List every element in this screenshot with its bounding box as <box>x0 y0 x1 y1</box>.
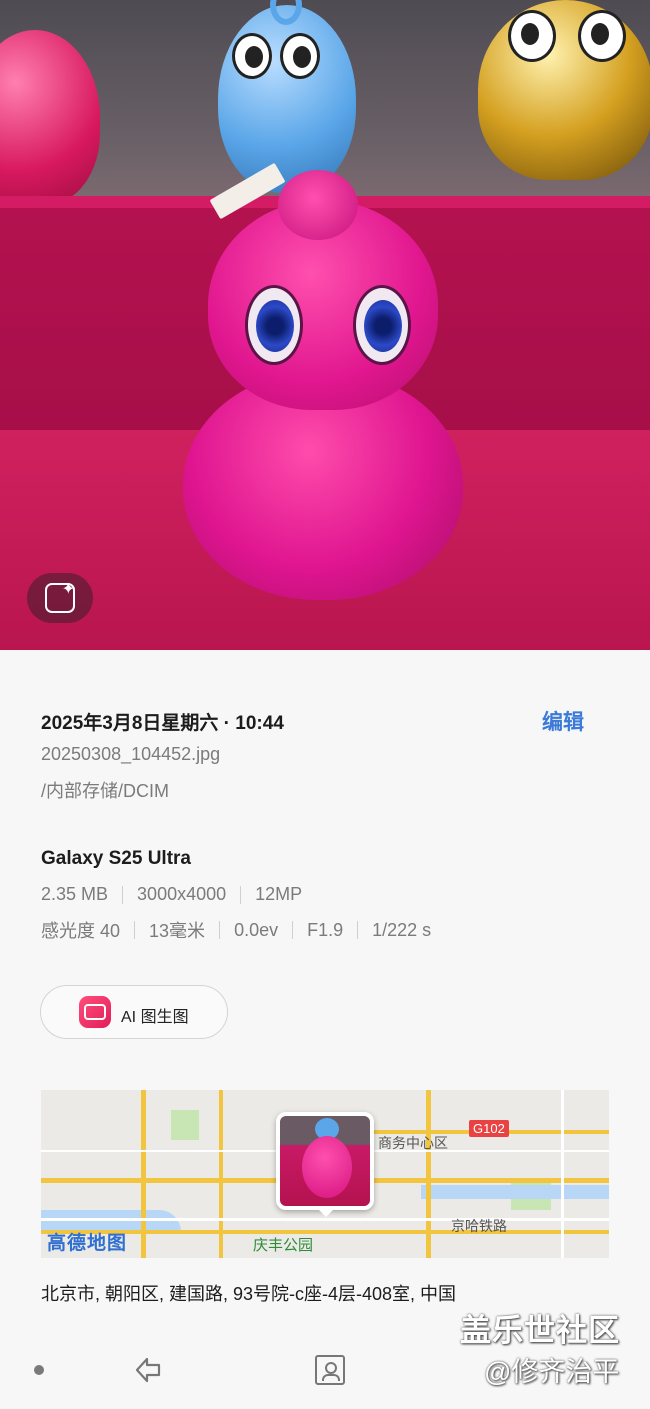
photo-preview[interactable] <box>0 0 650 650</box>
edit-button[interactable]: 编辑 <box>542 706 584 736</box>
aperture: F1.9 <box>307 919 344 940</box>
map-label-railway: 京哈铁路 <box>451 1218 507 1234</box>
back-icon[interactable] <box>133 1355 163 1385</box>
device-name: Galaxy S25 Ultra <box>41 848 191 869</box>
file-size: 2.35 MB <box>41 884 109 904</box>
ai-image-generate-button[interactable]: AI 图生图 <box>40 985 228 1039</box>
ai-chip-label: AI 图生图 <box>121 1009 189 1026</box>
sparkle-edit-icon <box>45 579 75 613</box>
location-address[interactable]: 北京市, 朝阳区, 建国路, 93号院-c座-4层-408室, 中国 <box>41 1280 456 1306</box>
map-brand: 高德地图 <box>47 1233 128 1254</box>
iso: 感光度 40 <box>41 921 121 941</box>
contact-icon[interactable] <box>315 1355 345 1385</box>
recents-dot-icon[interactable] <box>34 1365 44 1375</box>
megapixels: 12MP <box>255 884 303 904</box>
pin-pointer <box>317 1208 335 1217</box>
map-label-park: 庆丰公园 <box>253 1237 314 1254</box>
ai-app-icon <box>79 996 111 1028</box>
resolution: 3000x4000 <box>137 884 227 904</box>
shutter-speed: 1/222 s <box>372 919 432 940</box>
map-photo-pin[interactable] <box>276 1112 374 1210</box>
file-meta-row: 2.35 MB 3000x4000 12MP <box>41 884 302 905</box>
file-path: /内部存储/DCIM <box>41 781 169 801</box>
file-name: 20250308_104452.jpg <box>41 744 221 764</box>
figure-gold <box>478 0 650 180</box>
pink-plush <box>183 170 463 600</box>
focal-length: 13毫米 <box>149 921 206 941</box>
location-map[interactable]: 商务中心区 京哈铁路 G102 庆丰公园 高德地图 <box>41 1090 609 1258</box>
exposure-value: 0.0ev <box>234 919 279 940</box>
exposure-meta-row: 感光度 40 13毫米 0.0ev F1.9 1/222 s <box>41 917 431 943</box>
figure-blue <box>218 0 356 193</box>
capture-date: 2025年3月8日星期六 · 10:44 <box>41 713 284 734</box>
ai-edit-button[interactable] <box>27 573 93 623</box>
bottom-nav <box>0 1335 650 1409</box>
map-label-cbd: 商务中心区 <box>378 1135 448 1151</box>
details-panel: 2025年3月8日星期六 · 10:44 编辑 20250308_104452.… <box>0 650 650 1409</box>
map-road-label: G102 <box>469 1120 509 1137</box>
